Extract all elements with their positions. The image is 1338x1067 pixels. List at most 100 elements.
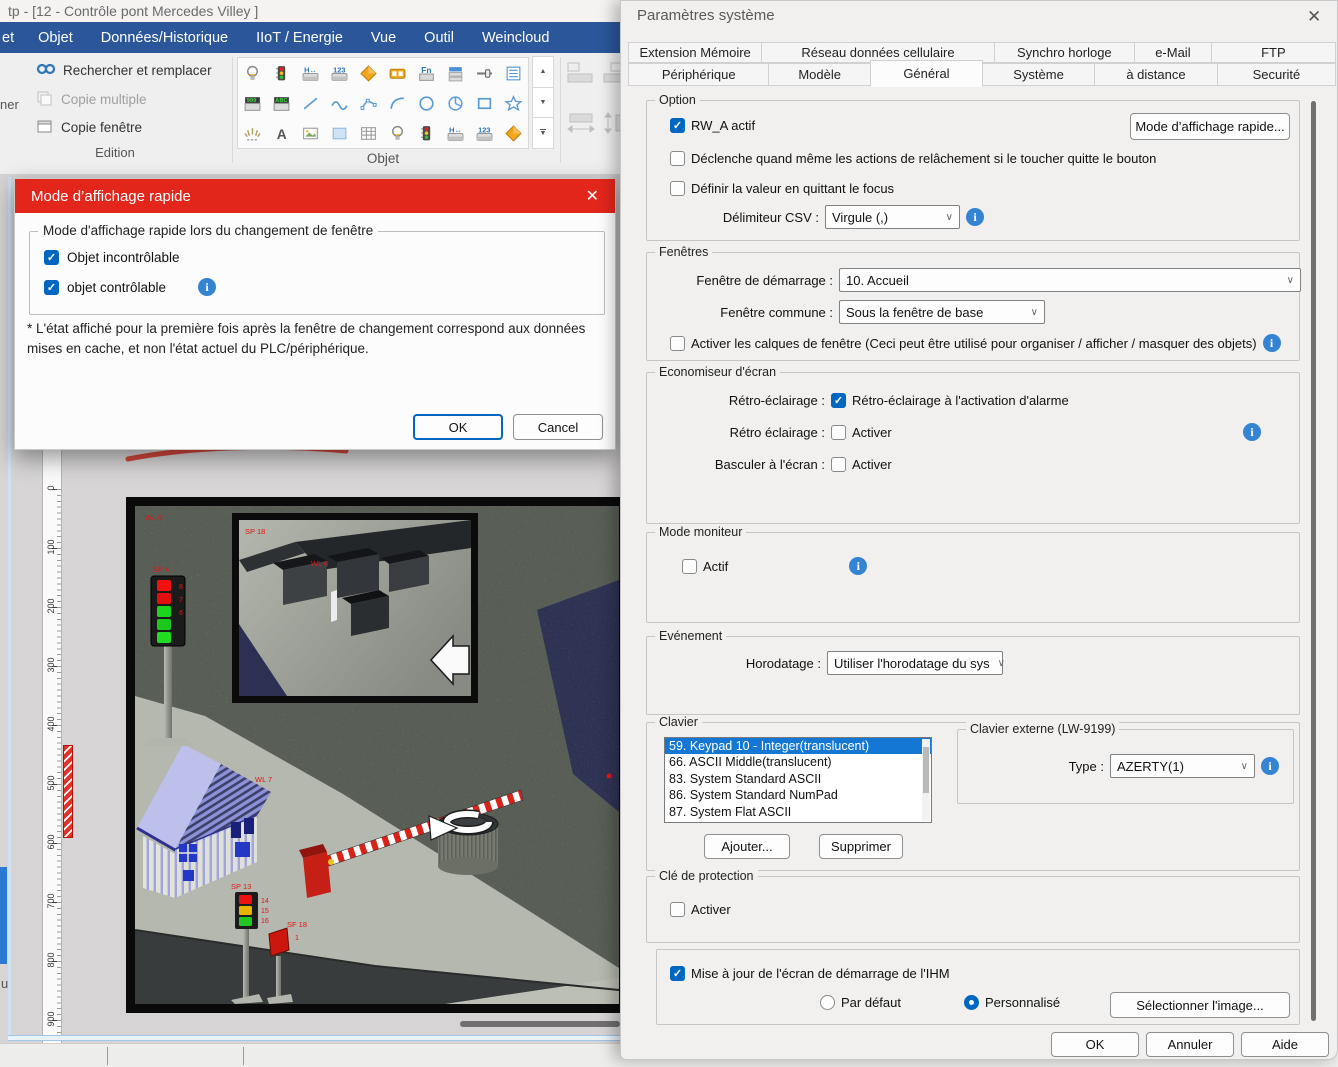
panel-icon[interactable] (325, 118, 354, 148)
quick-display-mode-button[interactable]: Mode d’affichage rapide... (1130, 113, 1290, 140)
uncontrollable-checkbox[interactable]: ✓ (44, 250, 59, 265)
bulb-icon[interactable] (238, 58, 267, 88)
scroll-up-button[interactable]: ▲ (532, 56, 554, 88)
backlight-alarm-checkbox[interactable]: ✓ (831, 393, 846, 408)
distribute-horizontal-icon[interactable] (566, 111, 596, 140)
selection-red-bar[interactable] (63, 745, 73, 838)
custom-radio[interactable] (964, 995, 979, 1010)
arc-icon[interactable] (383, 88, 412, 118)
settings-cancel-button[interactable]: Annuler (1146, 1032, 1234, 1057)
csv-delimiter-select[interactable]: Virgule (,) ∨ (825, 205, 960, 229)
keypad-123-icon[interactable]: 123 (325, 58, 354, 88)
backlight-info-icon[interactable]: i (1243, 423, 1261, 441)
tab-securite[interactable]: Securité (1216, 63, 1336, 86)
type-info-icon[interactable]: i (1261, 757, 1279, 775)
picture-icon[interactable] (296, 118, 325, 148)
settings-scrollbar[interactable] (1311, 101, 1316, 1021)
controllable-checkbox[interactable]: ✓ (44, 279, 59, 295)
info-icon[interactable]: i (198, 278, 217, 296)
menu-item-donnees[interactable]: Données/Historique (87, 30, 242, 46)
rotating-cylinder-object[interactable] (428, 809, 499, 875)
tab-email[interactable]: e-Mail (1134, 42, 1212, 63)
dabc-icon[interactable]: ABC (267, 88, 296, 118)
bulb-icon[interactable] (383, 118, 412, 148)
menu-item-iiot[interactable]: IIoT / Energie (242, 30, 357, 46)
line-icon[interactable] (296, 88, 325, 118)
menu-item-outil[interactable]: Outil (410, 30, 468, 46)
release-action-checkbox[interactable] (670, 151, 685, 166)
boot-update-checkbox[interactable]: ✓ (670, 966, 685, 981)
table-icon[interactable] (354, 118, 383, 148)
align-left-icon[interactable] (566, 61, 596, 90)
tab-modele[interactable]: Modèle (768, 63, 871, 86)
scroll-down-button[interactable]: ▼ (532, 86, 554, 119)
menu-item-weincloud[interactable]: Weincloud (468, 30, 563, 46)
monitor-active-checkbox[interactable] (682, 558, 697, 574)
pie-icon[interactable] (441, 88, 470, 118)
hmi-canvas[interactable]: SP 18 WL 6 SP 4 8 7 6 SP 13 14 15 16 SF … (126, 497, 628, 1013)
fn-icon[interactable]: Fn (412, 58, 441, 88)
tab-systeme[interactable]: Système (982, 63, 1096, 86)
list-icon[interactable] (499, 58, 528, 88)
settings-ok-button[interactable]: OK (1051, 1032, 1139, 1057)
add-keyboard-button[interactable]: Ajouter... (704, 834, 790, 859)
d999-icon[interactable]: 999 (238, 88, 267, 118)
slider-icon[interactable] (470, 58, 499, 88)
list-item[interactable]: 86. System Standard NumPad (665, 787, 931, 803)
common-window-select[interactable]: Sous la fenêtre de base ∨ (839, 300, 1045, 324)
wave-icon[interactable] (325, 88, 354, 118)
search-replace-button[interactable]: Rechercher et remplacer (36, 62, 212, 79)
list-item[interactable]: 66. ASCII Middle(translucent) (665, 754, 931, 770)
menu-item-objet[interactable]: Objet (24, 30, 87, 46)
tab-ftp[interactable]: FTP (1210, 42, 1336, 63)
rwa-checkbox[interactable]: ✓ (670, 118, 685, 133)
start-window-select[interactable]: 10. Accueil ∨ (839, 268, 1301, 292)
monitor-info-icon[interactable]: i (849, 557, 868, 575)
traffic-icon[interactable] (267, 58, 296, 88)
tab-general[interactable]: Général (869, 60, 983, 87)
text-icon[interactable]: A (267, 118, 296, 148)
switch-screen-checkbox[interactable] (831, 457, 846, 472)
tab-extension-memoire[interactable]: Extension Mémoire (628, 42, 763, 63)
remove-keyboard-button[interactable]: Supprimer (819, 834, 903, 859)
set-value-focus-checkbox[interactable] (670, 181, 685, 196)
ok-button[interactable]: OK (413, 414, 503, 440)
csv-info-icon[interactable]: i (966, 208, 984, 226)
close-icon[interactable]: ✕ (586, 186, 599, 206)
keyboard-listbox[interactable]: 59. Keypad 10 - Integer(translucent) 66.… (664, 737, 932, 823)
tag-icon[interactable] (354, 58, 383, 88)
settings-close-icon[interactable]: ✕ (1307, 7, 1321, 27)
list-item[interactable]: 59. Keypad 10 - Integer(translucent) (665, 738, 931, 755)
combo-icon[interactable] (441, 58, 470, 88)
list-item[interactable]: 83. System Standard ASCII (665, 771, 931, 787)
window-copy-button[interactable]: Copie fenêtre (36, 118, 142, 137)
rect-icon[interactable] (470, 88, 499, 118)
star-icon[interactable] (499, 88, 528, 118)
inset-window-object[interactable]: SP 18 WL 6 (232, 513, 478, 703)
tab-a-distance[interactable]: à distance (1094, 63, 1218, 86)
list-item[interactable]: 87. System Flat ASCII (665, 804, 931, 820)
listbox-scrollbar[interactable] (922, 739, 930, 821)
keypad-123-icon[interactable]: 123 (470, 118, 499, 148)
cancel-button[interactable]: Cancel (513, 414, 603, 440)
tab-peripherique[interactable]: Périphérique (628, 63, 770, 86)
timestamp-select[interactable]: Utiliser l'horodatage du sys ∨ (827, 651, 1005, 675)
side-panel-fragment[interactable] (0, 867, 7, 964)
traffic-icon[interactable] (412, 118, 441, 148)
keypad-h-icon[interactable]: H↔ (296, 58, 325, 88)
multi-copy-button[interactable]: Copie multiple (36, 90, 147, 109)
tab-synchro-horloge[interactable]: Synchro horloge (993, 42, 1136, 63)
scroll-more-button[interactable]: ▼ (532, 117, 554, 150)
layers-info-icon[interactable]: i (1262, 334, 1281, 352)
tag-icon[interactable] (499, 118, 528, 148)
horizontal-scrollbar-thumb[interactable] (460, 1021, 620, 1027)
menu-item-partial[interactable]: et (0, 30, 24, 46)
keypad-h-icon[interactable]: H↔ (441, 118, 470, 148)
burst-icon[interactable] (238, 118, 267, 148)
type-select[interactable]: AZERTY(1) ∨ (1110, 754, 1255, 778)
poly-icon[interactable] (354, 88, 383, 118)
window-layers-checkbox[interactable] (670, 335, 685, 351)
default-radio[interactable] (820, 995, 835, 1010)
protection-checkbox[interactable] (670, 902, 685, 917)
select-image-button[interactable]: Sélectionner l'image... (1110, 992, 1290, 1018)
